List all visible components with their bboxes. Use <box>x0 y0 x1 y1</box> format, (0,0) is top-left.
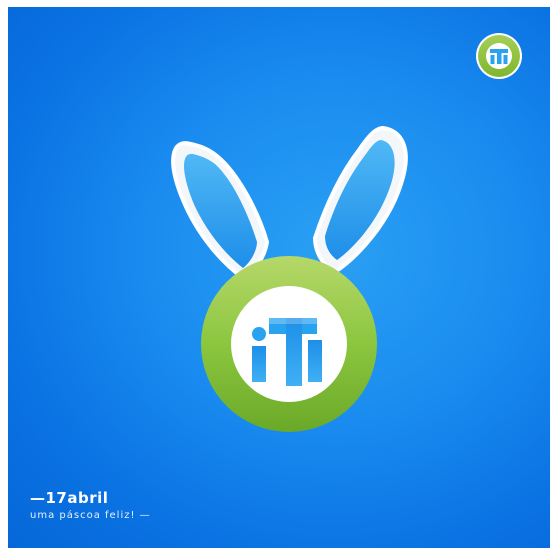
iti-glyph <box>252 318 322 386</box>
iti-logo-icon <box>476 33 522 79</box>
date-label: —17abril <box>30 489 109 507</box>
easter-poster: —17abril uma páscoa feliz! — <box>8 7 550 548</box>
left-ear <box>171 141 270 281</box>
right-ear <box>312 125 408 275</box>
tagline: uma páscoa feliz! — <box>30 510 151 521</box>
frame: —17abril uma páscoa feliz! — <box>0 0 559 554</box>
caption: —17abril uma páscoa feliz! — <box>30 490 151 523</box>
bunny-mascot <box>171 125 408 432</box>
